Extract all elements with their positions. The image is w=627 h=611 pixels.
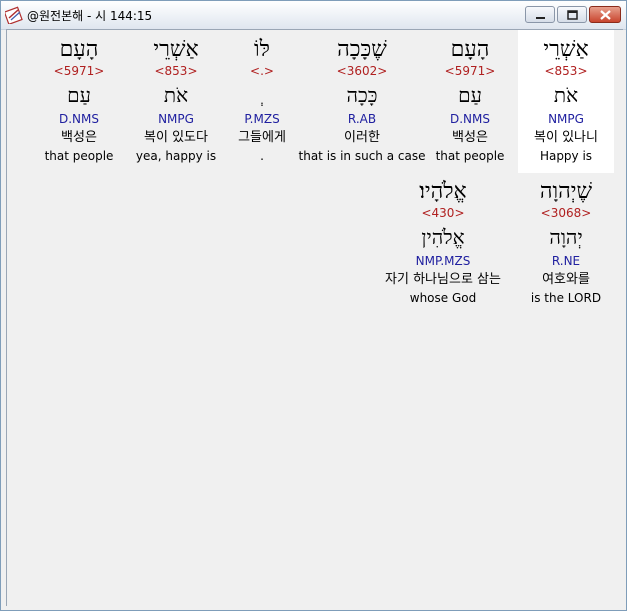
korean-gloss: 자기 하나님으로 삼는 (385, 272, 501, 287)
morphology-code: P.MZS (244, 112, 280, 126)
word-card-8[interactable]: אֱלֹהָיו׃ <430> אֱלֹהִין NMP.MZS 자기 하나님으… (368, 172, 518, 315)
hebrew-lemma: אֱלֹהִין (421, 225, 465, 249)
strong-number[interactable]: <430> (368, 206, 518, 220)
morphology-code: D.NMS (449, 112, 490, 126)
strong-number[interactable]: <5971> (31, 64, 127, 78)
hebrew-lemma: אֹת (163, 83, 189, 107)
verse-analysis-panel: אַשְׁרֵי <853> אֹת NMPG 복이 있나니 Happy is … (6, 29, 623, 606)
hebrew-lemma: אֹת (553, 83, 579, 107)
close-icon (600, 10, 611, 20)
minimize-button[interactable] (525, 6, 555, 23)
morphology-code: NMP.MZS (415, 254, 471, 268)
word-card-1[interactable]: אַשְׁרֵי <853> אֹת NMPG 복이 있나니 Happy is (518, 30, 614, 173)
window-title: @원전본해 - 시 144:15 (27, 9, 153, 23)
english-gloss: Happy is (539, 149, 593, 163)
morphology-code: D.NMS (58, 112, 99, 126)
strong-number[interactable]: <3602> (297, 64, 427, 78)
korean-gloss: 복이 있나니 (534, 130, 598, 145)
hebrew-lemma: כָּכָה (346, 83, 378, 107)
hebrew-lemma: עַם (458, 83, 482, 107)
strong-number[interactable]: <3068> (518, 206, 614, 220)
hebrew-word: לּוֹ (254, 37, 270, 62)
hebrew-lemma: עַם (67, 83, 91, 107)
word-card-2[interactable]: הָעָם <5971> עַם D.NMS 백성은 that people (422, 30, 518, 173)
word-card-3[interactable]: שֶׁכָּכָה <3602> כָּכָה R.AB 이러한 that is… (297, 30, 427, 173)
morphology-code: R.NE (551, 254, 581, 268)
english-gloss: yea, happy is (135, 149, 217, 163)
word-card-6[interactable]: הָעָם <5971> עַם D.NMS 백성은 that people (31, 30, 127, 173)
strong-number[interactable]: <853> (518, 64, 614, 78)
word-card-5[interactable]: אַשְׁרֵי <853> אֹת NMPG 복이 있도다 yea, happ… (128, 30, 224, 173)
hebrew-word: הָעָם (450, 37, 490, 62)
hebrew-lemma: ְ (217, 82, 307, 108)
word-card-4[interactable]: לּוֹ <.> ְ P.MZS 그들에게 . (217, 30, 307, 173)
hebrew-word: שֶׁיְהוָה (539, 179, 593, 204)
word-card-7[interactable]: שֶׁיְהוָה <3068> יְהוָה R.NE 여호와를 is the… (518, 172, 614, 315)
maximize-button[interactable] (557, 6, 587, 23)
hebrew-word: שֶׁכָּכָה (337, 37, 387, 62)
morphology-code: NMPG (548, 112, 584, 126)
english-gloss: that people (435, 149, 505, 163)
strong-number[interactable]: <.> (217, 64, 307, 78)
morphology-code: NMPG (158, 112, 194, 126)
hebrew-word: הָעָם (59, 37, 99, 62)
morphology-code: R.AB (347, 112, 377, 126)
english-gloss: whose God (409, 291, 477, 305)
close-button[interactable] (589, 6, 621, 23)
strong-number[interactable]: <853> (128, 64, 224, 78)
minimize-icon (536, 17, 545, 19)
hebrew-word: אֱלֹהָיו׃ (419, 179, 467, 204)
korean-gloss: 백성은 (61, 130, 97, 145)
korean-gloss: 여호와를 (542, 272, 590, 287)
english-gloss: is the LORD (530, 291, 602, 305)
bible-app-icon (5, 6, 23, 24)
app-window: @원전본해 - 시 144:15 אַשְׁרֵי <853> אֹת NMPG… (0, 0, 627, 611)
english-gloss: that is in such a case (298, 149, 426, 163)
english-gloss: that people (44, 149, 114, 163)
title-bar[interactable]: @원전본해 - 시 144:15 (1, 1, 626, 30)
hebrew-word: אַשְׁרֵי (543, 37, 589, 62)
korean-gloss: 복이 있도다 (144, 130, 208, 145)
korean-gloss: 그들에게 (238, 130, 286, 145)
hebrew-lemma: יְהוָה (549, 225, 583, 249)
hebrew-word: אַשְׁרֵי (153, 37, 199, 62)
maximize-icon (567, 10, 578, 20)
korean-gloss: 이러한 (344, 130, 380, 145)
english-gloss: . (260, 149, 264, 163)
korean-gloss: 백성은 (452, 130, 488, 145)
strong-number[interactable]: <5971> (422, 64, 518, 78)
